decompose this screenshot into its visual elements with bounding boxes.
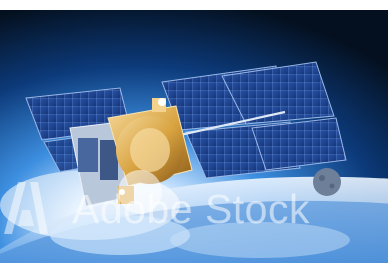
moon — [313, 168, 341, 196]
satellite-scene — [0, 10, 388, 263]
stock-photo: Adobe Stock — [0, 10, 388, 263]
sun-flare — [118, 170, 162, 214]
